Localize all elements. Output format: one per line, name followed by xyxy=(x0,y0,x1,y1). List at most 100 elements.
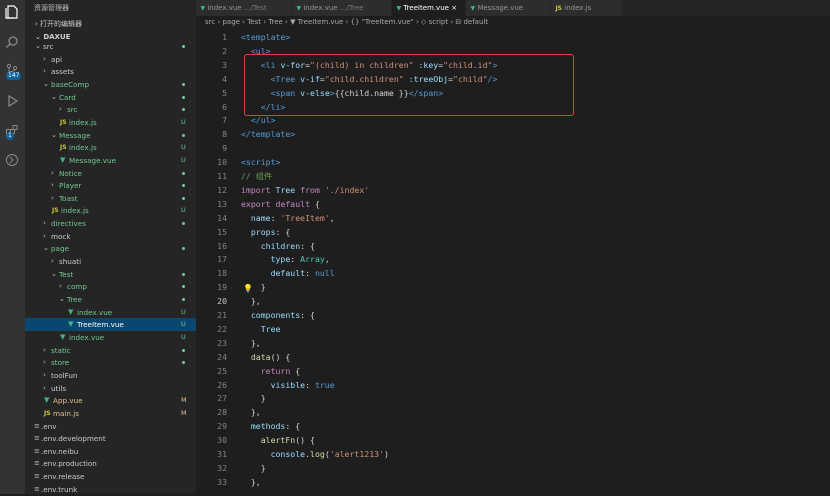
tree-folder[interactable]: › api xyxy=(25,53,196,66)
tree-folder[interactable]: › Notice xyxy=(25,167,196,180)
chevron-right-icon: › xyxy=(43,383,46,392)
code-line[interactable]: 13 export default { xyxy=(196,197,830,211)
code-line[interactable]: 30 alertFn() { xyxy=(196,433,830,447)
chevron-down-icon: ⌄ xyxy=(35,42,41,50)
tree-file[interactable]: ▼ Message.vue U xyxy=(25,154,196,167)
tree-folder[interactable]: ⌄ page xyxy=(25,242,196,255)
tree-file[interactable]: ≡ .env.release xyxy=(25,470,196,483)
tree-folder[interactable]: › utils xyxy=(25,382,196,395)
code-line[interactable]: 15 props: { xyxy=(196,225,830,239)
code-line[interactable]: 1 <template> xyxy=(196,30,830,44)
tree-folder[interactable]: › Toast xyxy=(25,192,196,205)
code-line[interactable]: 12 import Tree from './index' xyxy=(196,183,830,197)
extensions-badge: 1 xyxy=(6,132,14,140)
code-line[interactable]: 26 visible: true xyxy=(196,378,830,392)
tree-file[interactable]: JS index.js U xyxy=(25,116,196,129)
code-line[interactable]: 10 <script> xyxy=(196,155,830,169)
tree-folder[interactable]: › assets xyxy=(25,65,196,78)
tree-item-label: page xyxy=(51,244,69,254)
js-file-icon: JS xyxy=(60,144,67,152)
tree-file[interactable]: ▼ TreeItem.vue U xyxy=(25,318,196,332)
editor-tab[interactable]: ▼ index.vue .../Test xyxy=(196,0,291,16)
tree-folder[interactable]: ⌄ src xyxy=(25,40,196,53)
line-number: 16 xyxy=(217,240,227,251)
code-text: <template> xyxy=(241,32,291,42)
code-line[interactable]: 21 components: { xyxy=(196,308,830,322)
tree-folder[interactable]: ⌄ Tree xyxy=(25,293,196,306)
code-text: name: 'TreeItem', xyxy=(250,212,335,223)
vue-file-icon: ▼ xyxy=(68,320,74,329)
tree-folder[interactable]: › directives xyxy=(25,217,196,230)
tree-folder[interactable]: › comp xyxy=(25,280,196,293)
code-line[interactable]: 28 }, xyxy=(196,405,830,419)
code-line[interactable]: 19 💡 } xyxy=(196,280,830,294)
code-line[interactable]: 14 name: 'TreeItem', xyxy=(196,211,830,225)
tree-file[interactable]: ≡ .env.production xyxy=(25,457,196,470)
tree-file[interactable]: ▼ index.vue U xyxy=(25,331,196,344)
editor-tab[interactable]: ▼ TreeItem.vue × xyxy=(392,0,465,16)
tree-file[interactable]: ▼ index.vue U xyxy=(25,306,196,319)
tree-folder[interactable]: › store xyxy=(25,356,196,369)
breadcrumb[interactable]: src › page › Test › Tree › ▼ TreeItem.vu… xyxy=(205,18,488,26)
tree-file[interactable]: JS main.js M xyxy=(25,407,196,420)
tree-folder[interactable]: › static xyxy=(25,344,196,357)
code-line[interactable]: 33 }, xyxy=(196,475,830,489)
code-line[interactable]: 18 default: null xyxy=(196,266,830,280)
git-status-badge: U xyxy=(181,307,186,316)
open-editors-header[interactable]: › 打开的编辑器 xyxy=(35,19,82,29)
tree-file[interactable]: ≡ .env xyxy=(25,420,196,433)
run-debug-icon[interactable] xyxy=(5,94,19,108)
tree-file[interactable]: ▼ App.vue M xyxy=(25,394,196,407)
tree-folder[interactable]: ⌄ baseComp xyxy=(25,78,196,91)
tree-item-label: static xyxy=(51,345,71,355)
chevron-right-icon: › xyxy=(51,193,54,202)
modified-dot-icon xyxy=(182,348,185,352)
code-line[interactable]: 24 data() { xyxy=(196,350,830,364)
code-line[interactable]: 20 }, xyxy=(196,294,830,308)
tree-folder[interactable]: › mock xyxy=(25,230,196,243)
tree-item-label: directives xyxy=(51,219,86,229)
editor-tab[interactable]: JS index.js xyxy=(551,0,621,16)
code-line[interactable]: 16 children: { xyxy=(196,239,830,253)
chevron-down-icon: ⌄ xyxy=(59,295,65,303)
highlight-box xyxy=(244,54,574,116)
git-status-badge: U xyxy=(181,117,186,126)
code-line[interactable]: 29 methods: { xyxy=(196,419,830,433)
code-line[interactable]: 9 xyxy=(196,141,830,155)
git-status-badge: U xyxy=(181,155,186,164)
tree-folder[interactable]: ⌄ Message xyxy=(25,129,196,142)
editor-tab[interactable]: ▼ Message.vue xyxy=(466,0,550,16)
code-text: Tree xyxy=(260,323,281,334)
tree-folder[interactable]: › toolFun xyxy=(25,369,196,382)
tree-file[interactable]: ≡ .env.neibu xyxy=(25,445,196,458)
remote-icon[interactable] xyxy=(5,153,19,167)
modified-dot-icon xyxy=(182,108,185,112)
code-line[interactable]: 25 return { xyxy=(196,364,830,378)
code-line[interactable]: 8 </template> xyxy=(196,127,830,141)
tree-file[interactable]: JS index.js U xyxy=(25,204,196,217)
code-line[interactable]: 22 Tree xyxy=(196,322,830,336)
code-line[interactable]: 32 } xyxy=(196,461,830,475)
chevron-down-icon: ⌄ xyxy=(51,92,57,101)
code-line[interactable]: 23 }, xyxy=(196,336,830,350)
explorer-icon[interactable] xyxy=(5,5,19,19)
chevron-down-icon: ⌄ xyxy=(51,269,57,278)
code-line[interactable]: 17 type: Array, xyxy=(196,252,830,266)
tree-folder[interactable]: › src xyxy=(25,103,196,116)
line-number: 1 xyxy=(222,32,227,42)
tree-file[interactable]: ≡ .env.development xyxy=(25,432,196,445)
tree-folder[interactable]: › shuati xyxy=(25,255,196,268)
git-status-badge: M xyxy=(181,396,187,405)
tree-folder[interactable]: ⌄ Card xyxy=(25,91,196,104)
code-line[interactable]: 27 } xyxy=(196,391,830,405)
code-line[interactable]: 31 console.log('alert1213') xyxy=(196,447,830,461)
close-icon[interactable]: × xyxy=(451,4,457,12)
code-line[interactable]: 11 // 组件 xyxy=(196,169,830,183)
editor-tab[interactable]: ▼ index.vue .../Tree xyxy=(292,0,391,16)
tree-folder[interactable]: › Player xyxy=(25,179,196,192)
tree-folder[interactable]: ⌄ Test xyxy=(25,268,196,281)
search-icon[interactable] xyxy=(5,35,19,49)
line-number: 13 xyxy=(217,198,227,209)
code-text: }, xyxy=(241,296,261,307)
tree-file[interactable]: JS index.js U xyxy=(25,141,196,154)
